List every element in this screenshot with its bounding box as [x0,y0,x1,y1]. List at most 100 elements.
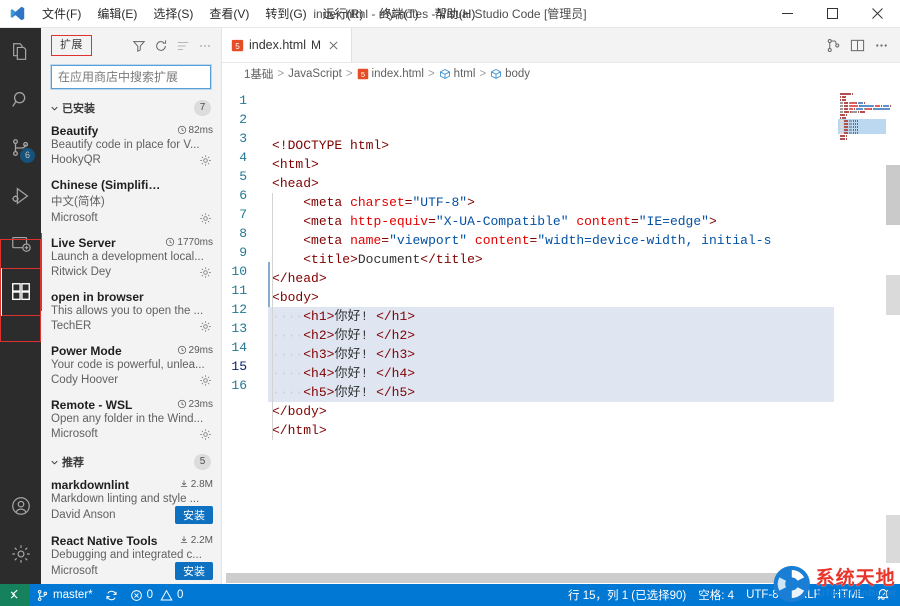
code-line[interactable]: <html> [268,155,834,174]
scrollbar-thumb-3[interactable] [886,515,900,563]
breadcrumb-item-symbol-body[interactable]: body [490,68,530,80]
minimap-line-segment [850,105,858,107]
code-line[interactable]: <title>Document</title> [268,250,834,269]
remote-window-indicator[interactable] [0,584,30,606]
editor-horizontal-scrollbar[interactable] [222,572,900,584]
filter-icon[interactable] [129,36,149,56]
close-icon[interactable] [855,0,900,28]
code-line[interactable]: <meta charset="UTF-8"> [268,193,834,212]
indent-guide [272,383,273,402]
status-branch[interactable]: master* [30,584,99,606]
code-content[interactable]: <!DOCTYPE html><html><head> <meta charse… [268,85,834,572]
code-line[interactable]: ····<h5>你好! </h5> [268,383,834,402]
menu-go[interactable]: 转到(G) [257,0,314,28]
extension-item-remote-wsl[interactable]: Remote - WSL 23ms Open any folder in the… [41,393,221,447]
breadcrumb-item-symbol-html[interactable]: html [439,68,476,80]
code-line[interactable]: </html> [268,421,834,440]
code-line[interactable]: </body> [268,402,834,421]
code-line[interactable]: <meta http-equiv="X-UA-Compatible" conte… [268,212,834,231]
sync-icon [105,589,118,602]
minimap-line-segment [840,102,843,104]
code-token: http-equiv [350,214,428,229]
ellipsis-icon[interactable] [195,36,215,56]
breadcrumb-item-file[interactable]: 5 index.html [357,68,424,80]
breadcrumb-item-folder-1[interactable]: 1基础 [244,66,273,82]
code-line[interactable]: <body> [268,288,834,307]
status-indentation[interactable]: 空格: 4 [692,584,740,606]
code-line[interactable]: <!DOCTYPE html> [268,136,834,155]
scrollbar-thumb[interactable] [886,165,900,225]
menu-view[interactable]: 查看(V) [201,0,257,28]
extension-gear-icon[interactable] [197,372,213,388]
status-problems[interactable]: 0 0 [124,584,190,606]
split-editor-icon[interactable] [846,34,868,56]
code-line[interactable]: ····<h3>你好! </h3> [268,345,834,364]
section-installed-header[interactable]: 已安装 7 [41,97,221,119]
status-encoding[interactable]: UTF-8 [740,584,785,606]
extension-gear-icon[interactable] [197,264,213,280]
code-line[interactable]: <meta name="viewport" content="width=dev… [268,231,834,250]
activitybar-item-remote-explorer[interactable] [0,220,41,268]
extension-item-open-in-browser[interactable]: open in browser This allows you to open … [41,285,221,339]
extension-item-live-server[interactable]: Live Server 1770ms Launch a development … [41,231,221,285]
menu-run[interactable]: 运行(R) [315,0,372,28]
status-sync[interactable] [99,584,124,606]
code-line[interactable]: ····<h4>你好! </h4> [268,364,834,383]
refresh-icon[interactable] [151,36,171,56]
tab-index-html[interactable]: 5 index.html M [222,28,352,62]
editor-vertical-scrollbar[interactable] [886,85,900,572]
minimap-line-segment [846,114,847,116]
extension-item-beautify[interactable]: Beautify 82ms Beautify code in place for… [41,119,221,173]
scrollbar-thumb-2[interactable] [886,275,900,315]
status-editor-position[interactable]: 行 15，列 1 (已选择90) [562,584,692,606]
extension-gear-icon[interactable] [197,210,213,226]
status-notifications[interactable] [870,584,900,606]
menu-help[interactable]: 帮助(H) [427,0,484,28]
menu-edit[interactable]: 编辑(E) [89,0,145,28]
install-button[interactable]: 安装 [175,506,213,524]
activitybar-item-accounts[interactable] [0,482,41,530]
activitybar-item-settings[interactable] [0,530,41,578]
minimap-line-segment [846,135,847,137]
minimap[interactable] [834,85,900,572]
extension-gear-icon[interactable] [197,318,213,334]
code-token: < [272,290,280,305]
menu-selection[interactable]: 选择(S) [145,0,201,28]
extension-item-chinese-simplified[interactable]: Chinese (Simplified) Lan... 中文(简体) Micro… [41,173,221,231]
extension-gear-icon[interactable] [197,426,213,442]
menu-terminal[interactable]: 终端(T) [371,0,426,28]
code-line[interactable]: <head> [268,174,834,193]
status-language-mode[interactable]: HTML [827,584,870,606]
extension-item-markdownlint[interactable]: markdownlint 2.8M Markdown linting and s… [41,473,221,529]
minimap-line-segment [875,105,880,107]
minimize-icon[interactable] [765,0,810,28]
extensions-list[interactable]: 已安装 7 Beautify 82ms Beautify code in pla… [41,97,221,584]
extension-item-power-mode[interactable]: Power Mode 29ms Your code is powerful, u… [41,339,221,393]
h-scrollbar-thumb[interactable] [226,573,800,583]
close-icon[interactable] [326,37,342,53]
search-extensions-input[interactable] [51,65,211,89]
open-changes-icon[interactable] [822,34,844,56]
code-line[interactable]: ····<h1>你好! </h1> [268,307,834,326]
code-token: h5 [392,385,408,400]
activitybar-item-extensions[interactable] [0,268,41,316]
extension-gear-icon[interactable] [197,152,213,168]
tab-label: index.html [249,38,306,52]
code-editor[interactable]: 12345678910111213141516 <!DOCTYPE html><… [222,85,900,572]
code-token: Document [358,252,420,267]
breadcrumb-item-folder-2[interactable]: JavaScript [288,68,342,80]
activitybar-item-run-debug[interactable] [0,172,41,220]
menu-file[interactable]: 文件(F) [34,0,89,28]
ellipsis-icon[interactable] [870,34,892,56]
activitybar-item-explorer[interactable] [0,28,41,76]
code-line[interactable]: ····<h2>你好! </h2> [268,326,834,345]
status-eol[interactable]: CRLF [785,584,827,606]
install-button[interactable]: 安装 [175,562,213,580]
maximize-icon[interactable] [810,0,855,28]
code-line[interactable]: </head> [268,269,834,288]
activitybar-item-search[interactable] [0,76,41,124]
activitybar-item-source-control[interactable]: 6 [0,124,41,172]
clear-icon[interactable] [173,36,193,56]
section-recommended-header[interactable]: 推荐 5 [41,451,221,473]
extension-item-react-native-tools[interactable]: React Native Tools 2.2M Debugging and in… [41,529,221,584]
